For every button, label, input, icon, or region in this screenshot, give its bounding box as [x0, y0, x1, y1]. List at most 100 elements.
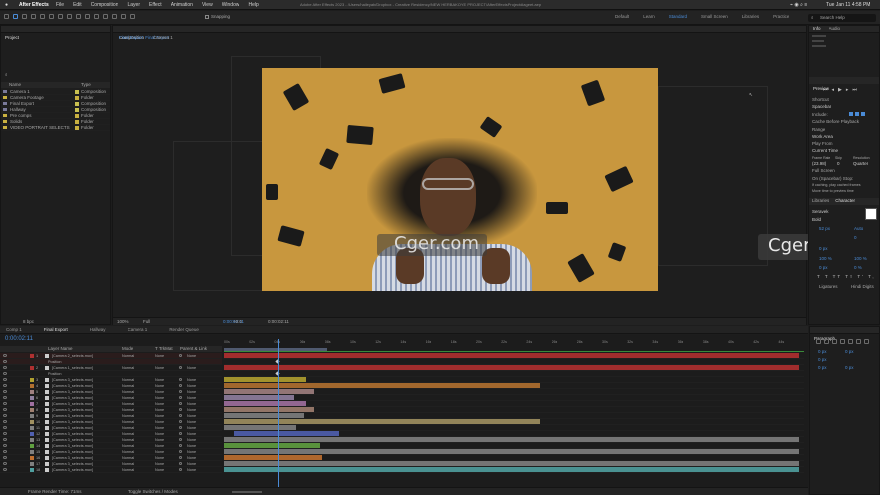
pickwhip-icon[interactable]: [179, 384, 182, 387]
pan-behind-tool-icon[interactable]: [58, 14, 63, 19]
label-color[interactable]: [75, 96, 79, 100]
layer-row[interactable]: 18 [Camera 3_selects.mov] Normal None None: [0, 467, 222, 473]
home-icon[interactable]: [4, 14, 9, 19]
visibility-eye-icon[interactable]: [3, 420, 7, 423]
visibility-eye-icon[interactable]: [3, 372, 7, 375]
label-color[interactable]: [30, 414, 34, 418]
visibility-eye-icon[interactable]: [3, 456, 7, 459]
label-color[interactable]: [30, 396, 34, 400]
label-color[interactable]: [75, 102, 79, 106]
shortcut-dropdown[interactable]: Spacebar: [812, 104, 831, 110]
trkmat-dropdown[interactable]: None: [155, 467, 164, 473]
label-color[interactable]: [75, 120, 79, 124]
stop-move-time-checkbox[interactable]: Move time to preview time: [812, 188, 854, 194]
time-ruler[interactable]: 00s02s04s06s08s10s12s14s16s18s20s22s24s2…: [224, 339, 804, 347]
leading-field[interactable]: Auto: [854, 226, 863, 232]
timeline-tab-camera-1[interactable]: Camera 1: [128, 327, 148, 333]
camera-tool-icon[interactable]: [49, 14, 54, 19]
font-size-field[interactable]: 52 px: [819, 226, 830, 232]
pickwhip-icon[interactable]: [179, 378, 182, 381]
layer-duration-bar[interactable]: [224, 365, 799, 370]
visibility-eye-icon[interactable]: [3, 390, 7, 393]
indent-left-field[interactable]: 0 px: [818, 349, 827, 355]
brush-tool-icon[interactable]: [94, 14, 99, 19]
label-color[interactable]: [30, 366, 34, 370]
layer-duration-bar[interactable]: [224, 413, 304, 418]
col-type[interactable]: Type: [81, 82, 91, 88]
align-buttons[interactable]: [816, 339, 869, 344]
layer-duration-bar[interactable]: [224, 389, 314, 394]
workspace-practice[interactable]: Practice: [773, 14, 789, 20]
label-color[interactable]: [30, 402, 34, 406]
pickwhip-icon[interactable]: [179, 402, 182, 405]
visibility-eye-icon[interactable]: [3, 378, 7, 381]
search-help-box[interactable]: ⌕ Search Help: [808, 14, 876, 22]
layer-duration-bar[interactable]: [224, 383, 540, 388]
play-icon[interactable]: ▶: [838, 87, 842, 93]
visibility-eye-icon[interactable]: [3, 438, 7, 441]
hand-tool-icon[interactable]: [22, 14, 27, 19]
resolution-dropdown[interactable]: Full: [143, 319, 150, 325]
tab-audio[interactable]: Audio: [829, 26, 841, 32]
pickwhip-icon[interactable]: [179, 468, 182, 471]
label-color[interactable]: [30, 384, 34, 388]
pickwhip-icon[interactable]: [179, 420, 182, 423]
skip-value[interactable]: 0: [837, 161, 840, 167]
indent-first-field[interactable]: 0 px: [818, 357, 827, 363]
label-color[interactable]: [30, 432, 34, 436]
snapping-checkbox[interactable]: [205, 15, 209, 19]
range-dropdown[interactable]: Work Area: [812, 134, 833, 140]
pickwhip-icon[interactable]: [179, 462, 182, 465]
space-before-field[interactable]: 0 px: [818, 365, 827, 371]
menu-item-layer[interactable]: Layer: [127, 0, 140, 10]
next-frame-icon[interactable]: ▸: [846, 87, 849, 93]
pickwhip-icon[interactable]: [179, 354, 182, 357]
vertical-scale-field[interactable]: 100 %: [819, 256, 832, 262]
pen-tool-icon[interactable]: [76, 14, 81, 19]
label-color[interactable]: [30, 420, 34, 424]
label-color[interactable]: [75, 90, 79, 94]
apple-icon[interactable]: ●: [5, 0, 8, 10]
puppet-tool-icon[interactable]: [130, 14, 135, 19]
tsume-field[interactable]: 0 %: [854, 265, 862, 271]
menu-item-file[interactable]: File: [56, 0, 64, 10]
label-color[interactable]: [30, 444, 34, 448]
col-mode[interactable]: Mode: [122, 346, 133, 352]
layer-duration-bar[interactable]: [224, 461, 799, 466]
indent-right-field[interactable]: 0 px: [845, 349, 854, 355]
horizontal-scale-field[interactable]: 100 %: [854, 256, 867, 262]
menu-item-help[interactable]: Help: [248, 0, 258, 10]
tracking-field[interactable]: 0: [854, 235, 857, 241]
tab-info[interactable]: Info: [813, 26, 821, 32]
layer-duration-bar[interactable]: [224, 377, 306, 382]
label-color[interactable]: [30, 378, 34, 382]
timeline-tab-hallway[interactable]: Hallway: [90, 327, 106, 333]
breadcrumb-final-export[interactable]: Final Export: [119, 35, 143, 41]
workspace-learn[interactable]: Learn: [643, 14, 655, 20]
col-trkmat[interactable]: T TrkMat: [155, 346, 173, 352]
layer-duration-bar[interactable]: [224, 401, 306, 406]
layer-duration-bar[interactable]: [224, 407, 314, 412]
visibility-eye-icon[interactable]: [3, 408, 7, 411]
label-color[interactable]: [75, 108, 79, 112]
clone-tool-icon[interactable]: [103, 14, 108, 19]
visibility-eye-icon[interactable]: [3, 354, 7, 357]
rectangle-tool-icon[interactable]: [67, 14, 72, 19]
last-frame-icon[interactable]: ⏭: [852, 87, 857, 93]
pickwhip-icon[interactable]: [179, 450, 182, 453]
fullscreen-checkbox[interactable]: Full Screen: [812, 168, 835, 174]
exposure-value[interactable]: +0.0: [233, 319, 242, 325]
col-name[interactable]: Name: [9, 82, 21, 88]
timeline-tab-final-export[interactable]: Final Export: [44, 327, 68, 333]
pickwhip-icon[interactable]: [179, 414, 182, 417]
rotate-tool-icon[interactable]: [40, 14, 45, 19]
comp-viewer-frame[interactable]: Cger.com: [262, 68, 658, 291]
cache-checkbox[interactable]: Cache Before Playback: [812, 119, 859, 125]
pickwhip-icon[interactable]: [179, 456, 182, 459]
visibility-eye-icon[interactable]: [3, 366, 7, 369]
font-style-dropdown[interactable]: Bold: [812, 217, 821, 223]
zoom-slider[interactable]: [232, 491, 262, 493]
layer-duration-bar[interactable]: [224, 437, 799, 442]
visibility-eye-icon[interactable]: [3, 384, 7, 387]
layer-duration-bar[interactable]: [224, 395, 294, 400]
